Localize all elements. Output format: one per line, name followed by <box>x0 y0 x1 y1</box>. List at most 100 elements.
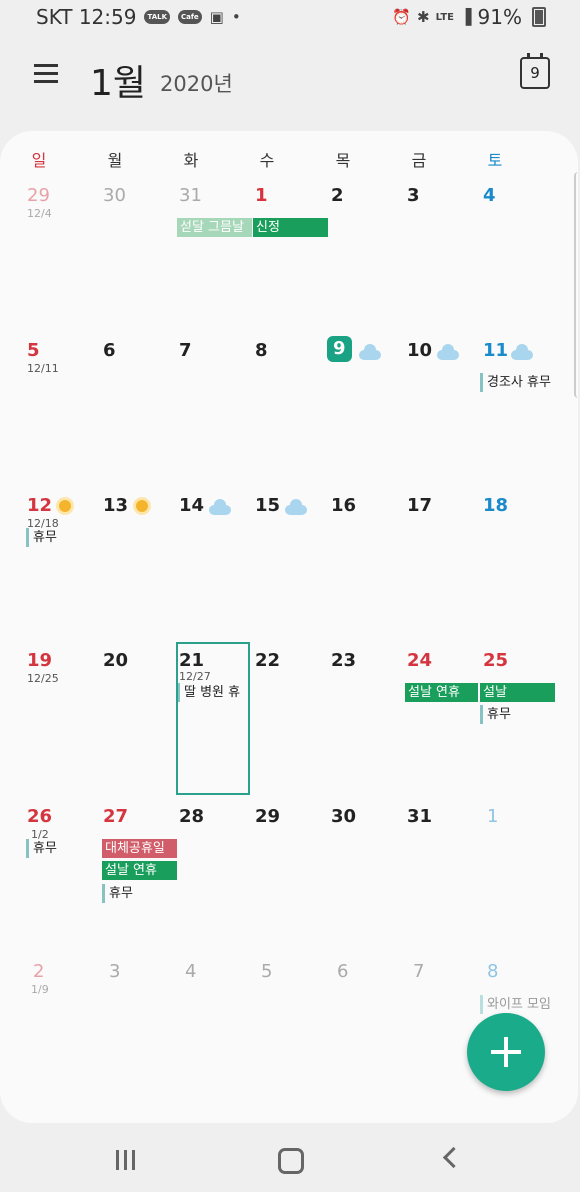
day-cell[interactable]: 18 <box>457 495 533 650</box>
event-chip[interactable]: 대체공휴일 <box>102 839 177 858</box>
day-cell[interactable]: 30 <box>77 185 153 340</box>
today-calendar-icon[interactable]: 9 <box>520 53 550 89</box>
day-cell[interactable]: 1 <box>457 806 533 961</box>
day-number: 2 <box>331 185 344 206</box>
talk-icon: TALK <box>144 10 171 24</box>
day-cell[interactable]: 11 <box>457 340 533 495</box>
bluetooth-icon: ✱ <box>417 8 430 26</box>
day-cell[interactable]: 3 <box>77 961 153 1116</box>
add-event-button[interactable] <box>467 1013 545 1091</box>
day-number: 8 <box>487 961 499 982</box>
day-cell[interactable]: 31 <box>153 185 229 340</box>
day-cell[interactable]: 4 <box>457 185 533 340</box>
day-cell[interactable]: 23 <box>305 650 381 805</box>
day-cell-today[interactable]: 9 <box>305 336 381 495</box>
status-bar: SKT 12:59 TALK Cafe ▣ • ⏰ ✱ LTE ▐ 91% <box>0 0 580 34</box>
day-cell[interactable]: 8 <box>229 340 305 495</box>
day-cell[interactable]: 17 <box>381 495 457 650</box>
day-cell[interactable]: 10 <box>381 340 459 495</box>
event-chip[interactable]: 휴무 <box>102 884 179 903</box>
day-cell[interactable]: 24 <box>381 650 457 805</box>
day-number: 2 <box>33 961 45 982</box>
dow-thu: 목 <box>335 151 351 170</box>
cloud-icon <box>437 342 459 364</box>
event-chip[interactable]: 경조사 휴무 <box>480 373 557 392</box>
day-number: 29 <box>27 185 50 206</box>
year-title: 2020년 <box>160 72 233 96</box>
day-cell[interactable]: 7 <box>153 340 229 495</box>
week-row: 29 12/4 30 31 1 2 3 4 섣달 그믐날 신정 <box>0 185 578 340</box>
event-chip[interactable]: 설날 연휴 <box>102 861 177 880</box>
day-cell[interactable]: 19 12/25 <box>1 650 77 805</box>
cafe-icon: Cafe <box>178 10 202 24</box>
dow-fri: 금 <box>411 151 427 170</box>
day-number: 3 <box>109 961 121 982</box>
day-of-week-header: 일 월 화 수 목 금 토 <box>0 147 578 171</box>
home-icon[interactable] <box>278 1148 304 1174</box>
day-cell[interactable]: 3 <box>381 185 457 340</box>
day-cell[interactable]: 15 <box>229 495 307 650</box>
day-number: 11 <box>483 340 509 361</box>
event-chip[interactable]: 와이프 모임 <box>480 995 557 1014</box>
day-cell[interactable]: 29 <box>229 806 305 961</box>
day-number: 30 <box>103 185 126 206</box>
day-number: 12 <box>27 495 53 516</box>
day-cell[interactable]: 1 <box>229 185 305 340</box>
day-number: 14 <box>179 495 205 516</box>
day-cell[interactable]: 14 <box>153 495 231 650</box>
day-number: 4 <box>185 961 197 982</box>
week-row: 12 12/18 13 14 15 16 17 18 휴무 <box>0 495 578 650</box>
day-cell[interactable]: 2 <box>305 185 381 340</box>
lunar-date: 12/4 <box>27 207 52 220</box>
event-chip[interactable]: 설날 <box>480 683 555 702</box>
voicemail-icon: ▣ <box>209 8 224 26</box>
day-cell[interactable]: 6 <box>77 340 153 495</box>
day-cell[interactable]: 12 12/18 <box>1 495 77 650</box>
day-number: 1 <box>487 806 499 827</box>
lunar-date: 1/9 <box>31 983 49 996</box>
day-cell[interactable]: 31 <box>381 806 457 961</box>
dow-sat: 토 <box>487 151 503 170</box>
day-cell[interactable]: 25 <box>457 650 533 805</box>
day-number: 10 <box>407 340 433 361</box>
sun-icon <box>59 497 71 516</box>
recent-apps-icon[interactable] <box>116 1150 138 1170</box>
day-cell[interactable]: 20 <box>77 650 153 805</box>
back-icon[interactable] <box>442 1146 465 1169</box>
day-cell[interactable]: 26 1/2 <box>1 806 77 961</box>
week-row: 19 12/25 20 21 12/27 22 23 24 25 딸 병원 휴 … <box>0 650 578 805</box>
day-number: 31 <box>179 185 202 206</box>
event-chip[interactable]: 설날 연휴 <box>405 683 478 702</box>
menu-icon[interactable] <box>34 64 58 84</box>
day-cell[interactable]: 5 <box>229 961 305 1116</box>
day-cell[interactable]: 7 <box>381 961 457 1116</box>
event-chip[interactable]: 휴무 <box>26 528 79 547</box>
day-cell[interactable]: 5 12/11 <box>1 340 77 495</box>
carrier-time: SKT 12:59 <box>36 5 137 29</box>
edge-panel-handle[interactable] <box>574 172 580 398</box>
day-number: 5 <box>27 340 40 361</box>
day-cell[interactable]: 29 12/4 <box>1 185 77 340</box>
day-cell[interactable]: 2 1/9 <box>1 961 77 1116</box>
day-number: 31 <box>407 806 433 827</box>
day-cell[interactable]: 4 <box>153 961 229 1116</box>
lunar-date: 12/25 <box>27 672 59 685</box>
more-notifications-dot: • <box>231 8 241 26</box>
day-cell[interactable]: 13 <box>77 495 153 650</box>
day-number: 16 <box>331 495 357 516</box>
event-chip[interactable]: 신정 <box>253 218 328 237</box>
dow-sun: 일 <box>31 151 47 170</box>
cloud-icon <box>209 497 231 519</box>
day-number: 7 <box>413 961 425 982</box>
month-title[interactable]: 1월 <box>90 54 146 106</box>
event-chip[interactable]: 섣달 그믐날 <box>177 218 252 237</box>
event-chip[interactable]: 휴무 <box>26 839 79 858</box>
day-cell[interactable]: 16 <box>305 495 381 650</box>
day-number: 20 <box>103 650 129 671</box>
event-chip[interactable]: 휴무 <box>480 705 557 724</box>
day-cell[interactable]: 6 <box>305 961 381 1116</box>
day-number: 6 <box>103 340 116 361</box>
sun-icon <box>136 497 148 516</box>
day-number: 8 <box>255 340 268 361</box>
day-cell[interactable]: 30 <box>305 806 381 961</box>
